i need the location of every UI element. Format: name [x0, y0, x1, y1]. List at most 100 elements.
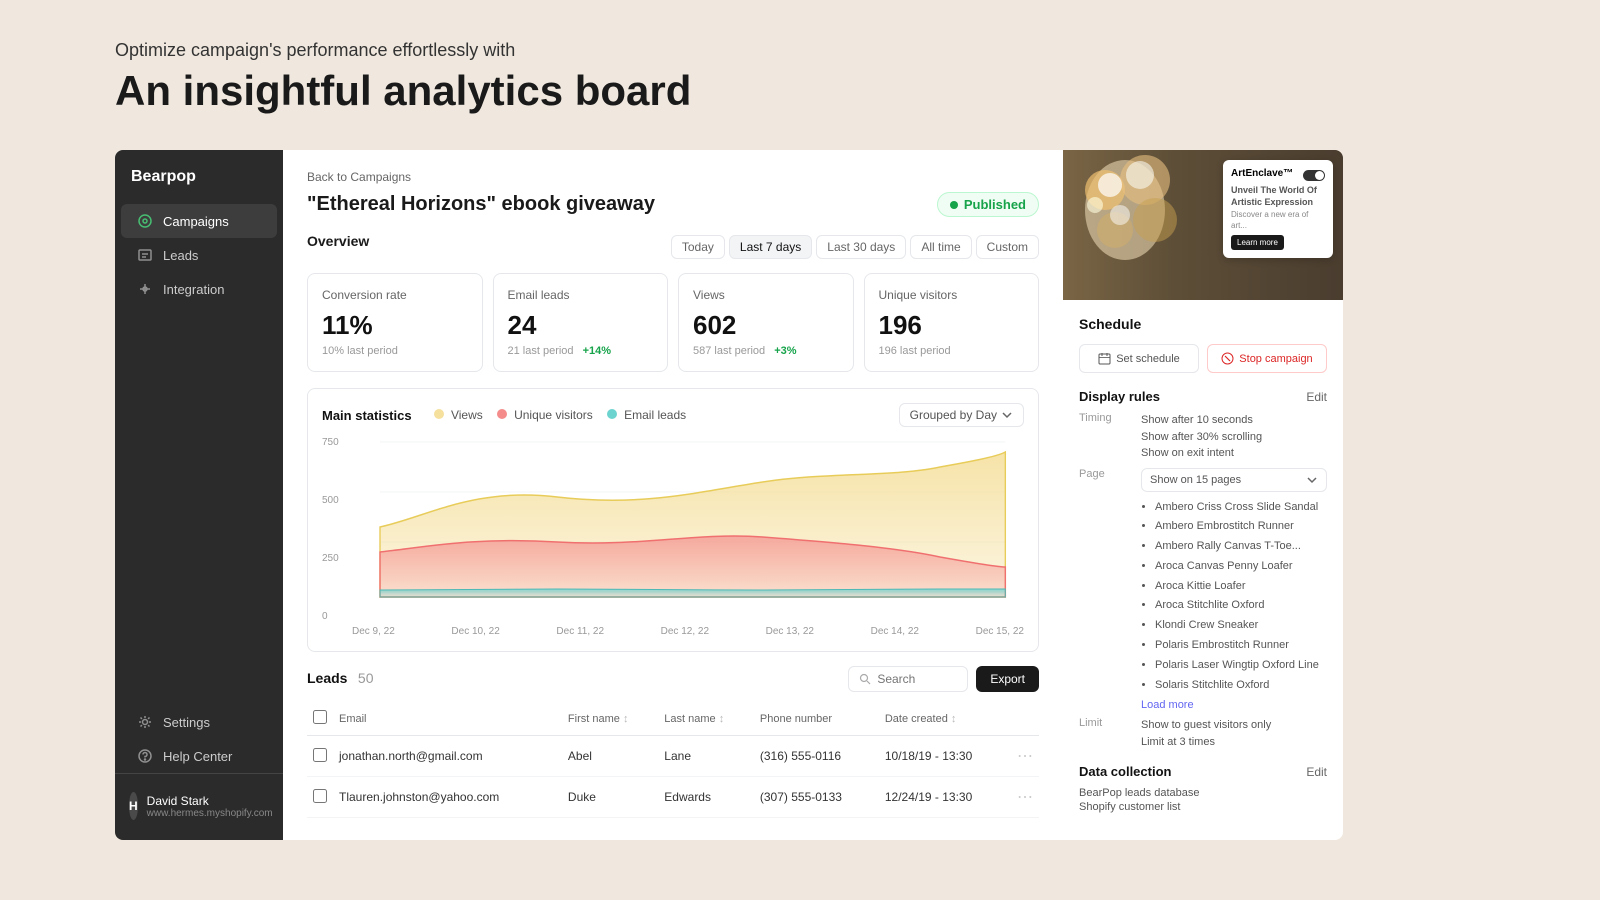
- display-rules-edit[interactable]: Edit: [1306, 390, 1327, 404]
- leads-title-group: Leads 50: [307, 670, 374, 688]
- data-collection-title: Data collection: [1079, 764, 1171, 779]
- select-all-checkbox[interactable]: [313, 710, 327, 724]
- limit-label: Limit: [1079, 717, 1129, 750]
- leads-header: Leads 50 Export: [307, 666, 1039, 692]
- help-icon: [137, 748, 153, 764]
- cell-email: jonathan.north@gmail.com: [333, 736, 562, 777]
- row-checkbox[interactable]: [313, 789, 327, 803]
- cell-phone: (316) 555-0116: [754, 736, 879, 777]
- col-phone: Phone number: [754, 702, 879, 736]
- cell-last: Edwards: [658, 777, 754, 818]
- overview-header: Overview Today Last 7 days Last 30 days …: [307, 233, 1039, 261]
- set-schedule-button[interactable]: Set schedule: [1079, 344, 1199, 373]
- page-section: Show on 15 pages Ambero Criss Cross Slid…: [1141, 468, 1327, 712]
- metric-sub: 196 last period: [879, 345, 1025, 357]
- display-rules-title: Display rules: [1079, 389, 1160, 404]
- row-actions-icon[interactable]: ⋯: [1017, 748, 1033, 765]
- filter-custom[interactable]: Custom: [976, 235, 1039, 259]
- search-box[interactable]: [848, 666, 968, 692]
- metric-label: Email leads: [508, 288, 654, 302]
- cell-last: Lane: [658, 736, 754, 777]
- legend-views: Views: [434, 408, 483, 423]
- cell-first: Duke: [562, 777, 658, 818]
- table-row: Tlauren.johnston@yahoo.com Duke Edwards …: [307, 777, 1039, 818]
- stop-campaign-button[interactable]: Stop campaign: [1207, 344, 1327, 373]
- right-panel: ArtEnclave™ Unveil The World Of Artistic…: [1063, 150, 1343, 840]
- page-row: Page Show on 15 pages Ambero Criss Cross…: [1079, 468, 1327, 712]
- metrics-grid: Conversion rate 11% 10% last period Emai…: [307, 273, 1039, 372]
- list-item: Polaris Embrostitch Runner: [1155, 636, 1327, 656]
- hero-title: An insightful analytics board: [115, 67, 691, 115]
- email-leads-legend-dot: [607, 409, 617, 419]
- time-filters: Today Last 7 days Last 30 days All time …: [671, 235, 1039, 259]
- export-button[interactable]: Export: [976, 666, 1039, 692]
- sidebar-item-label: Help Center: [163, 749, 232, 764]
- list-item: Aroca Stitchlite Oxford: [1155, 596, 1327, 616]
- timing-row: Timing Show after 10 seconds Show after …: [1079, 412, 1327, 462]
- published-badge: Published: [937, 192, 1039, 217]
- sidebar-item-leads[interactable]: Leads: [121, 238, 277, 272]
- popup-brand: ArtEnclave™: [1231, 168, 1293, 179]
- col-last: Last name ↕: [658, 702, 754, 736]
- leads-title: Leads: [307, 670, 347, 686]
- sidebar-item-campaigns[interactable]: Campaigns: [121, 204, 277, 238]
- display-rules-section: Display rules Edit Timing Show after 10 …: [1079, 389, 1327, 750]
- hero-subtitle: Optimize campaign's performance effortle…: [115, 40, 691, 61]
- panel-content: Schedule Set schedule Stop campaign Disp…: [1063, 300, 1343, 831]
- data-collection-section: Data collection Edit BearPop leads datab…: [1079, 764, 1327, 813]
- cell-date: 12/24/19 - 13:30: [879, 777, 1011, 818]
- legend-email-leads: Email leads: [607, 408, 686, 423]
- metric-conversion: Conversion rate 11% 10% last period: [307, 273, 483, 372]
- limit-row: Limit Show to guest visitors only Limit …: [1079, 717, 1327, 750]
- filter-alltime[interactable]: All time: [910, 235, 971, 259]
- timing-label: Timing: [1079, 412, 1129, 462]
- user-url: www.hermes.myshopify.com: [147, 808, 273, 819]
- published-label: Published: [964, 197, 1026, 212]
- overview-title: Overview: [307, 233, 369, 249]
- search-input[interactable]: [877, 672, 957, 686]
- sidebar-item-help[interactable]: Help Center: [121, 739, 277, 773]
- cell-first: Abel: [562, 736, 658, 777]
- timing-values: Show after 10 seconds Show after 30% scr…: [1141, 412, 1262, 462]
- campaign-title-row: "Ethereal Horizons" ebook giveaway Publi…: [307, 192, 1039, 217]
- list-item: Solaris Stitchlite Oxford: [1155, 676, 1327, 696]
- row-actions-icon[interactable]: ⋯: [1017, 789, 1033, 806]
- load-more-link[interactable]: Load more: [1141, 699, 1327, 711]
- metric-label: Views: [693, 288, 839, 302]
- user-info: David Stark www.hermes.myshopify.com: [147, 794, 273, 819]
- schedule-buttons: Set schedule Stop campaign: [1079, 344, 1327, 373]
- page-select-dropdown[interactable]: Show on 15 pages: [1141, 468, 1327, 492]
- schedule-title: Schedule: [1079, 316, 1327, 332]
- filter-30days[interactable]: Last 30 days: [816, 235, 906, 259]
- metric-value: 24: [508, 310, 654, 341]
- chart-svg: [322, 437, 1024, 622]
- sidebar-item-label: Leads: [163, 248, 198, 263]
- main-content: Back to Campaigns "Ethereal Horizons" eb…: [283, 150, 1063, 840]
- chevron-down-icon: [1001, 409, 1013, 421]
- breadcrumb[interactable]: Back to Campaigns: [307, 170, 1039, 184]
- list-item: Ambero Embrostitch Runner: [1155, 517, 1327, 537]
- table-header: Email First name ↕ Last name ↕ Phone num…: [307, 702, 1039, 736]
- row-checkbox[interactable]: [313, 748, 327, 762]
- list-item: Ambero Criss Cross Slide Sandal: [1155, 498, 1327, 518]
- list-item: Ambero Rally Canvas T-Toe...: [1155, 537, 1327, 557]
- data-collection-edit[interactable]: Edit: [1306, 765, 1327, 779]
- table-body: jonathan.north@gmail.com Abel Lane (316)…: [307, 736, 1039, 818]
- user-profile[interactable]: H David Stark www.hermes.myshopify.com: [115, 784, 283, 828]
- sidebar-item-label: Integration: [163, 282, 224, 297]
- sidebar-item-settings[interactable]: Settings: [121, 705, 277, 739]
- grouped-by-button[interactable]: Grouped by Day: [899, 403, 1024, 427]
- chart-section: Main statistics Views Unique visitors Em…: [307, 388, 1039, 652]
- sidebar-item-label: Campaigns: [163, 214, 229, 229]
- popup-cta: Learn more: [1231, 235, 1284, 250]
- sidebar-item-integration[interactable]: Integration: [121, 272, 277, 306]
- filter-today[interactable]: Today: [671, 235, 725, 259]
- cell-phone: (307) 555-0133: [754, 777, 879, 818]
- metric-change: +3%: [774, 345, 796, 357]
- filter-7days[interactable]: Last 7 days: [729, 235, 812, 259]
- leads-controls: Export: [848, 666, 1039, 692]
- leads-table: Email First name ↕ Last name ↕ Phone num…: [307, 702, 1039, 818]
- preview-flowers: [1063, 150, 1217, 300]
- published-dot: [950, 201, 958, 209]
- col-date: Date created ↕: [879, 702, 1011, 736]
